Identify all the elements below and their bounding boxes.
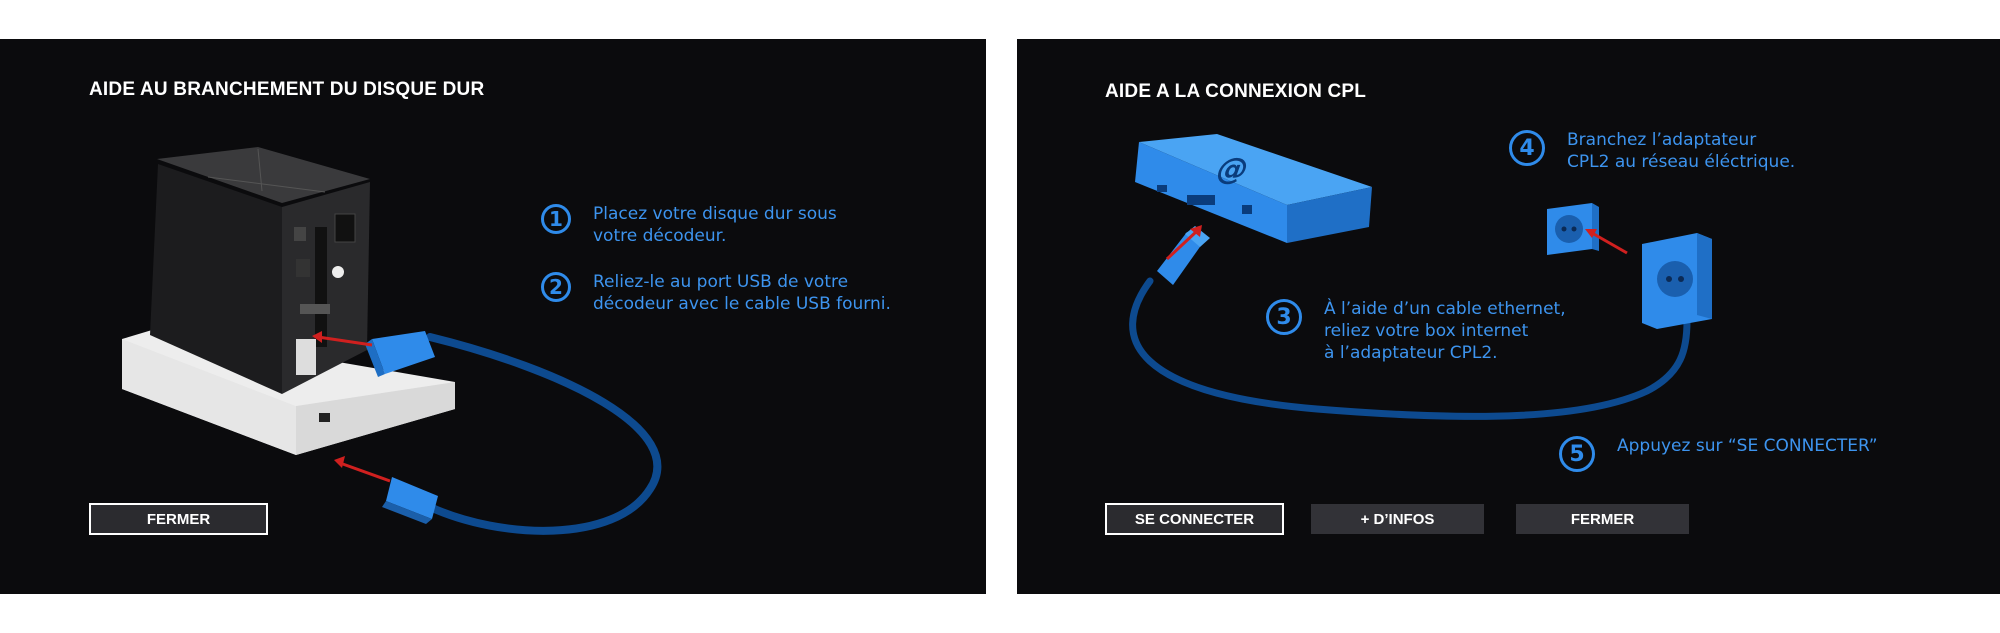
step-1: 1 Placez votre disque dur sous votre déc… (541, 203, 837, 247)
usb-cable-icon (365, 331, 662, 535)
step-2: 2 Reliez-le au port USB de votre décodeu… (541, 271, 891, 315)
step-number-badge: 2 (541, 272, 571, 302)
connect-button[interactable]: SE CONNECTER (1105, 503, 1284, 535)
step-5: 5 Appuyez sur “SE CONNECTER” (1559, 435, 1878, 472)
step-3-text: À l’aide d’un cable ethernet, reliez vot… (1324, 299, 1566, 363)
more-info-button[interactable]: + D’INFOS (1311, 504, 1484, 534)
step-4-text: Branchez l’adaptateur CPL2 au réseau élé… (1567, 130, 1796, 172)
hard-drive-help-panel: AIDE AU BRANCHEMENT DU DISQUE DUR 1 Plac… (0, 39, 986, 594)
step-number-badge: 4 (1509, 130, 1545, 166)
internet-box-icon: @ (1135, 134, 1372, 243)
step-2-text: Reliez-le au port USB de votre décodeur … (593, 272, 891, 314)
cpl-help-panel: AIDE A LA CONNEXION CPL @ 3 À l’aide d’u… (1017, 39, 2000, 594)
step-number-badge: 5 (1559, 436, 1595, 472)
step-4: 4 Branchez l’adaptateur CPL2 au réseau é… (1509, 129, 1795, 173)
close-button[interactable]: FERMER (1516, 504, 1689, 534)
cpl-adapter-icon (1642, 233, 1712, 329)
close-button[interactable]: FERMER (89, 503, 268, 535)
step-number-badge: 1 (541, 204, 571, 234)
step-1-text: Placez votre disque dur sous votre décod… (593, 204, 837, 246)
step-5-text: Appuyez sur “SE CONNECTER” (1617, 436, 1878, 456)
step-number-badge: 3 (1266, 299, 1302, 335)
step-3: 3 À l’aide d’un cable ethernet, reliez v… (1266, 298, 1566, 364)
